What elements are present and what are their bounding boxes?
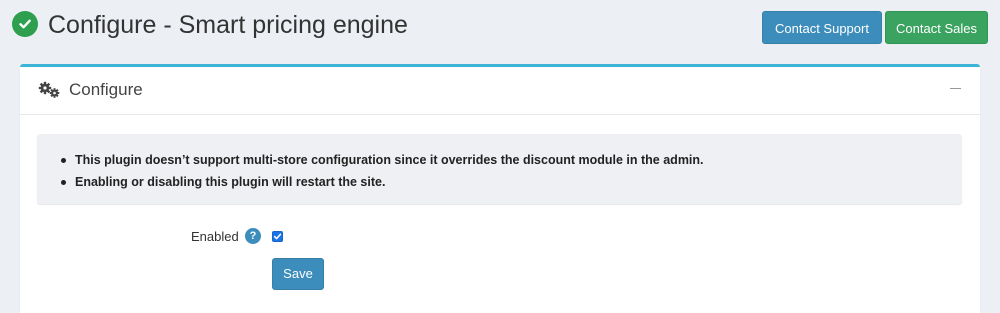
info-item-multistore: This plugin doesn’t support multi-store …	[75, 153, 704, 167]
page-header: Configure - Smart pricing engine Contact…	[0, 0, 1000, 56]
card-title: Configure	[69, 80, 143, 99]
gears-icon	[38, 81, 60, 98]
check-circle-icon	[12, 11, 38, 37]
info-alert: This plugin doesn’t support multi-store …	[37, 134, 962, 204]
configure-card: Configure This plugin doesn’t support mu…	[20, 64, 980, 313]
card-header: Configure	[20, 67, 980, 115]
enabled-label: Enabled	[191, 229, 239, 244]
enabled-checkbox[interactable]	[272, 231, 283, 242]
save-button[interactable]: Save	[272, 258, 324, 290]
minus-icon[interactable]	[950, 88, 961, 89]
contact-sales-button[interactable]: Contact Sales	[885, 11, 988, 44]
page-title: Configure - Smart pricing engine	[48, 11, 408, 39]
bullet	[61, 180, 66, 185]
contact-support-button[interactable]: Contact Support	[762, 11, 882, 44]
bullet	[61, 158, 66, 163]
info-item-restart: Enabling or disabling this plugin will r…	[75, 175, 386, 189]
help-icon[interactable]: ?	[245, 228, 261, 244]
